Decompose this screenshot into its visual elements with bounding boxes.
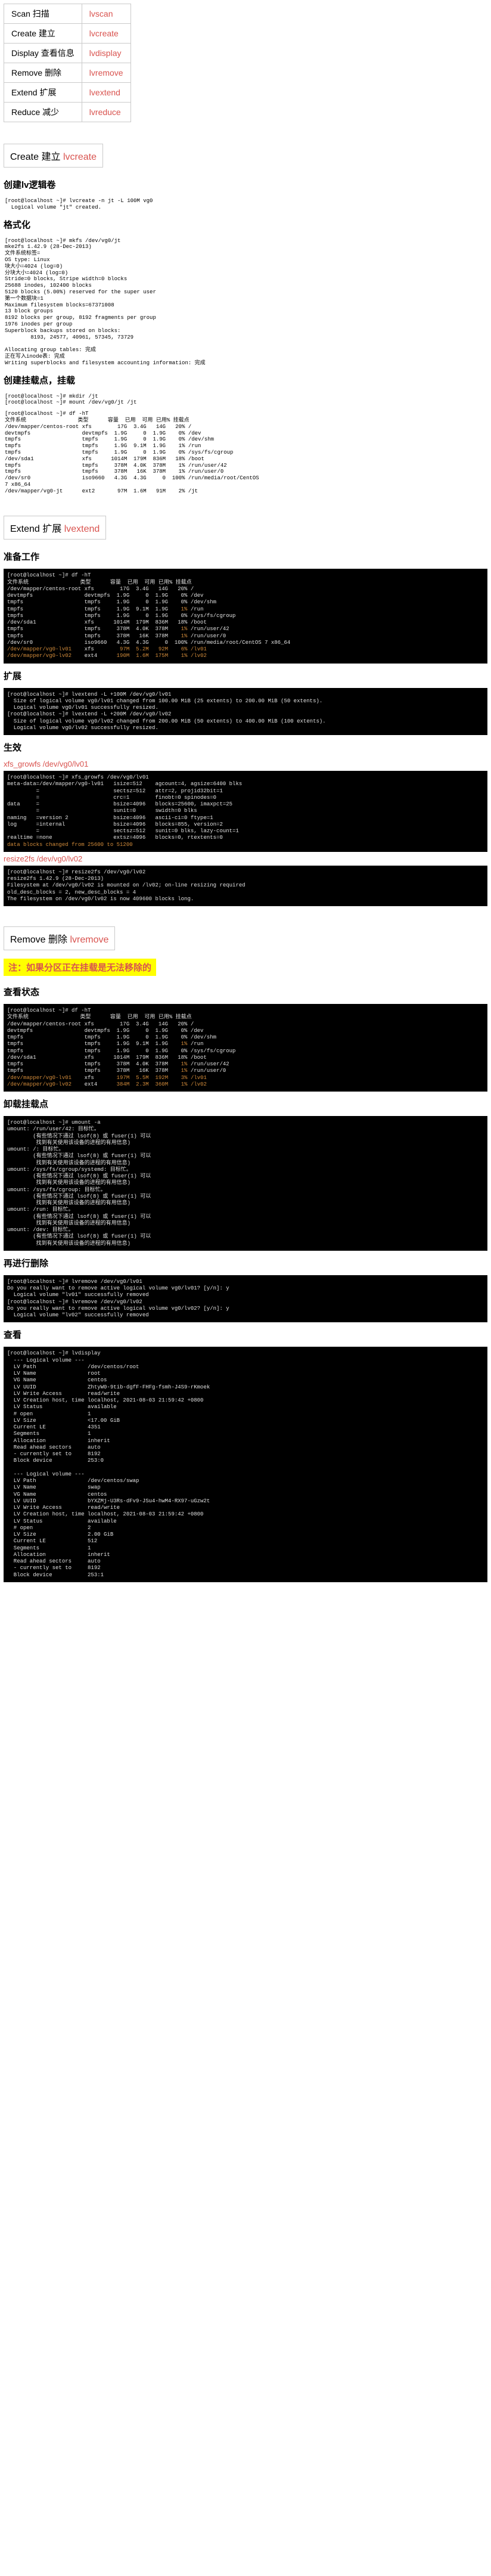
table-row: Display 查看信息lvdisplay bbox=[4, 44, 131, 63]
section-cmd: lvextend bbox=[64, 524, 100, 534]
terminal-output-dark: [root@localhost ~]# lvremove /dev/vg0/lv… bbox=[4, 1275, 487, 1323]
table-row: Create 建立lvcreate bbox=[4, 24, 131, 44]
section-header-extend: Extend 扩展 lvextend bbox=[4, 516, 106, 540]
terminal-output-dark: [root@localhost ~]# lvdisplay --- Logica… bbox=[4, 1347, 487, 1582]
subheading: 格式化 bbox=[4, 218, 487, 231]
section-cmd: lvremove bbox=[70, 935, 108, 945]
terminal-output-dark: [root@localhost ~]# lvextend -L +100M /d… bbox=[4, 688, 487, 736]
subcmd: xfs_growfs /dev/vg0/lv01 bbox=[4, 760, 487, 768]
section-header-create: Create 建立 lvcreate bbox=[4, 144, 103, 168]
terminal-output: [root@localhost ~]# mkdir /jt [root@loca… bbox=[4, 392, 487, 408]
warning-note: 注：如果分区正在挂载是无法移除的 bbox=[4, 959, 156, 976]
subheading: 卸载挂载点 bbox=[4, 1098, 487, 1110]
subheading: 扩展 bbox=[4, 669, 487, 682]
table-row: Scan 扫描lvscan bbox=[4, 4, 131, 24]
section-cmd: lvcreate bbox=[63, 152, 97, 162]
command-table: Scan 扫描lvscanCreate 建立lvcreateDisplay 查看… bbox=[4, 4, 131, 122]
subheading: 创建lv逻辑卷 bbox=[4, 178, 487, 191]
terminal-output: [root@localhost ~]# mkfs /dev/vg0/jt mke… bbox=[4, 237, 487, 368]
terminal-output-dark: [root@localhost ~]# df -hT 文件系统 类型 容量 已用… bbox=[4, 569, 487, 663]
terminal-output-dark: [root@localhost ~]# resize2fs /dev/vg0/l… bbox=[4, 866, 487, 906]
terminal-output-dark: [root@localhost ~]# xfs_growfs /dev/vg0/… bbox=[4, 771, 487, 852]
terminal-output-dark: [root@localhost ~]# df -hT 文件系统 类型 容量 已用… bbox=[4, 1004, 487, 1092]
subheading: 查看状态 bbox=[4, 985, 487, 998]
subcmd: resize2fs /dev/vg0/lv02 bbox=[4, 854, 487, 863]
terminal-output: [root@localhost ~]# lvcreate -n jt -L 10… bbox=[4, 197, 487, 212]
terminal-output-dark: [root@localhost ~]# umount -a umount: /r… bbox=[4, 1116, 487, 1251]
table-row: Reduce 减少lvreduce bbox=[4, 103, 131, 122]
subheading: 生效 bbox=[4, 741, 487, 754]
section-title: Extend 扩展 bbox=[10, 524, 61, 534]
subheading: 准备工作 bbox=[4, 550, 487, 563]
subheading: 查看 bbox=[4, 1328, 487, 1341]
table-row: Remove 删除lvremove bbox=[4, 63, 131, 83]
table-row: Extend 扩展lvextend bbox=[4, 83, 131, 103]
section-title: Remove 删除 bbox=[10, 935, 67, 945]
section-title: Create 建立 bbox=[10, 152, 60, 162]
terminal-output: [root@localhost ~]# df -hT 文件系统 类型 容量 已用… bbox=[4, 410, 487, 495]
subheading: 创建挂载点，挂载 bbox=[4, 374, 487, 386]
subheading: 再进行删除 bbox=[4, 1257, 487, 1269]
section-header-remove: Remove 删除 lvremove bbox=[4, 926, 115, 950]
